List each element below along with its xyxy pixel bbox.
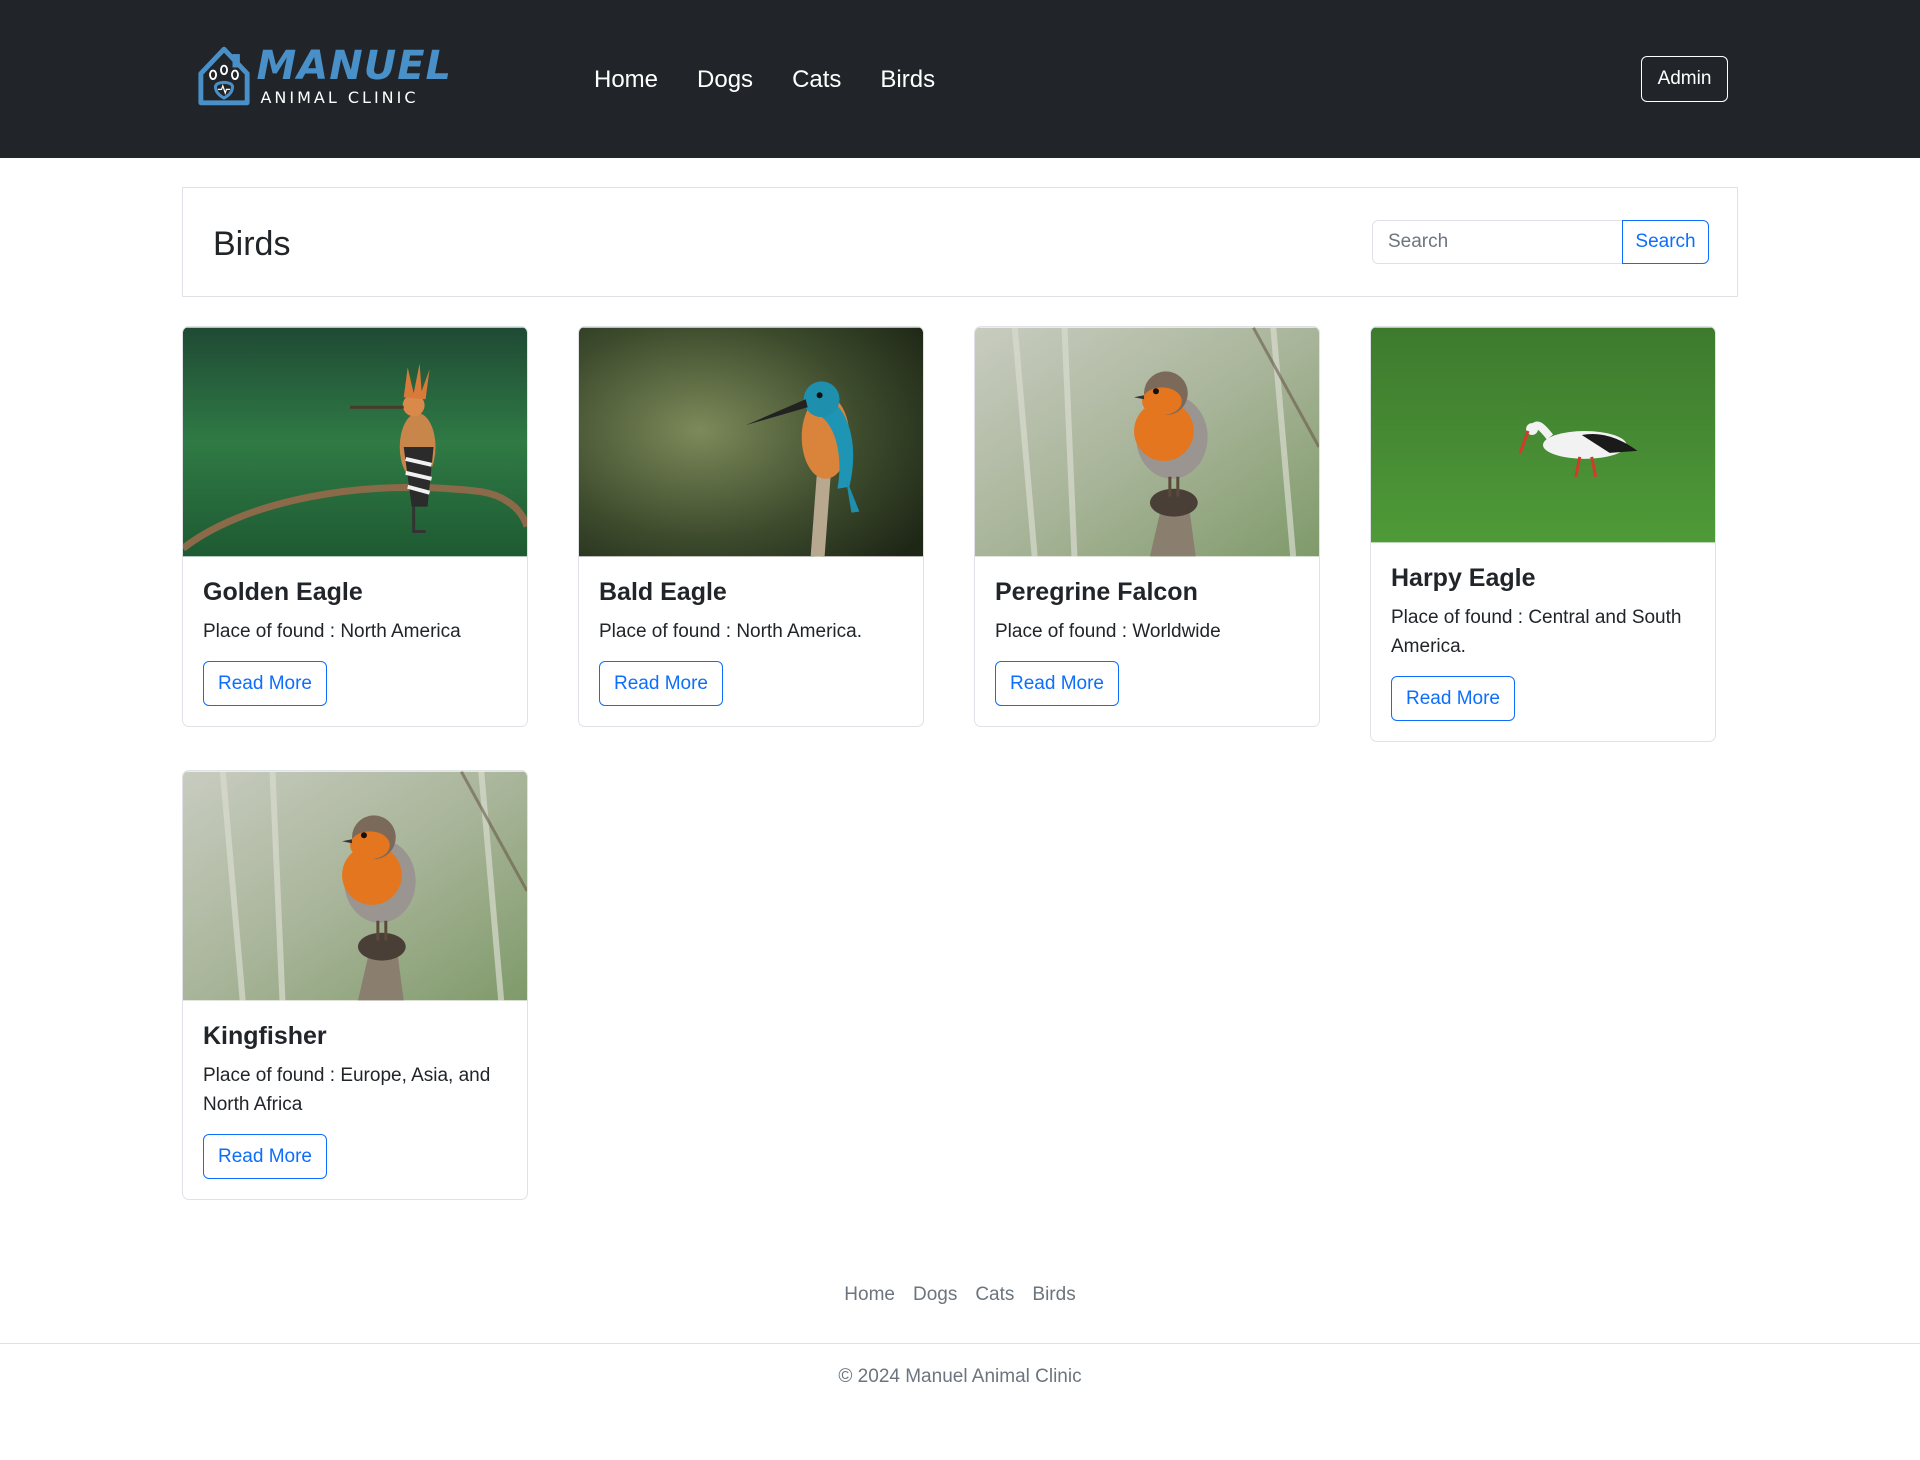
brand-logo[interactable]: MANUEL ANIMAL CLINIC xyxy=(196,22,452,130)
card-text: Place of found : North America. xyxy=(599,621,862,642)
page-title: Birds xyxy=(213,225,291,263)
footer-link-dogs[interactable]: Dogs xyxy=(913,1284,957,1306)
admin-button[interactable]: Admin xyxy=(1641,56,1728,102)
card-title: Harpy Eagle xyxy=(1391,564,1536,592)
copyright-text: © 2024 Manuel Animal Clinic xyxy=(838,1366,1082,1387)
search-button[interactable]: Search xyxy=(1622,220,1709,264)
card-title: Bald Eagle xyxy=(599,578,727,606)
clinic-house-paw-icon xyxy=(198,46,250,106)
bird-photo xyxy=(1371,327,1715,543)
card-title: Peregrine Falcon xyxy=(995,578,1198,606)
read-more-button[interactable]: Read More xyxy=(599,661,723,706)
bird-photo xyxy=(183,327,527,557)
page-header: Birds Search xyxy=(182,187,1738,297)
bird-photo xyxy=(975,327,1319,557)
footer-link-home[interactable]: Home xyxy=(844,1284,895,1306)
footer-link-birds[interactable]: Birds xyxy=(1032,1284,1075,1306)
read-more-button[interactable]: Read More xyxy=(995,661,1119,706)
read-more-button[interactable]: Read More xyxy=(203,661,327,706)
footer-divider xyxy=(0,1343,1920,1344)
card-title: Kingfisher xyxy=(203,1022,327,1050)
top-navbar: MANUEL ANIMAL CLINIC Home Dogs Cats Bird… xyxy=(0,0,1920,158)
card-text: Place of found : Worldwide xyxy=(995,621,1221,642)
main-nav: Home Dogs Cats Birds xyxy=(594,58,974,102)
bird-card: Golden Eagle Place of found : North Amer… xyxy=(182,326,528,727)
bird-card: Harpy Eagle Place of found : Central and… xyxy=(1370,326,1716,742)
nav-link-cats[interactable]: Cats xyxy=(792,58,841,102)
bird-card: Kingfisher Place of found : Europe, Asia… xyxy=(182,770,528,1200)
footer-link-cats[interactable]: Cats xyxy=(975,1284,1014,1306)
read-more-button[interactable]: Read More xyxy=(203,1134,327,1179)
search-input[interactable] xyxy=(1372,220,1623,264)
card-text: Place of found : Europe, Asia, and North… xyxy=(203,1065,491,1115)
brand-subtitle: ANIMAL CLINIC xyxy=(260,88,419,107)
card-title: Golden Eagle xyxy=(203,578,363,606)
bird-card: Peregrine Falcon Place of found : Worldw… xyxy=(974,326,1320,727)
nav-link-birds[interactable]: Birds xyxy=(880,58,935,102)
bird-photo xyxy=(579,327,923,557)
nav-link-dogs[interactable]: Dogs xyxy=(697,58,753,102)
card-text: Place of found : North America xyxy=(203,621,461,642)
card-text: Place of found : Central and South Ameri… xyxy=(1391,607,1682,657)
read-more-button[interactable]: Read More xyxy=(1391,676,1515,721)
bird-card: Bald Eagle Place of found : North Americ… xyxy=(578,326,924,727)
footer-nav: Home Dogs Cats Birds xyxy=(0,1284,1920,1306)
nav-link-home[interactable]: Home xyxy=(594,58,658,102)
brand-name: MANUEL xyxy=(256,43,452,89)
bird-photo xyxy=(183,771,527,1001)
